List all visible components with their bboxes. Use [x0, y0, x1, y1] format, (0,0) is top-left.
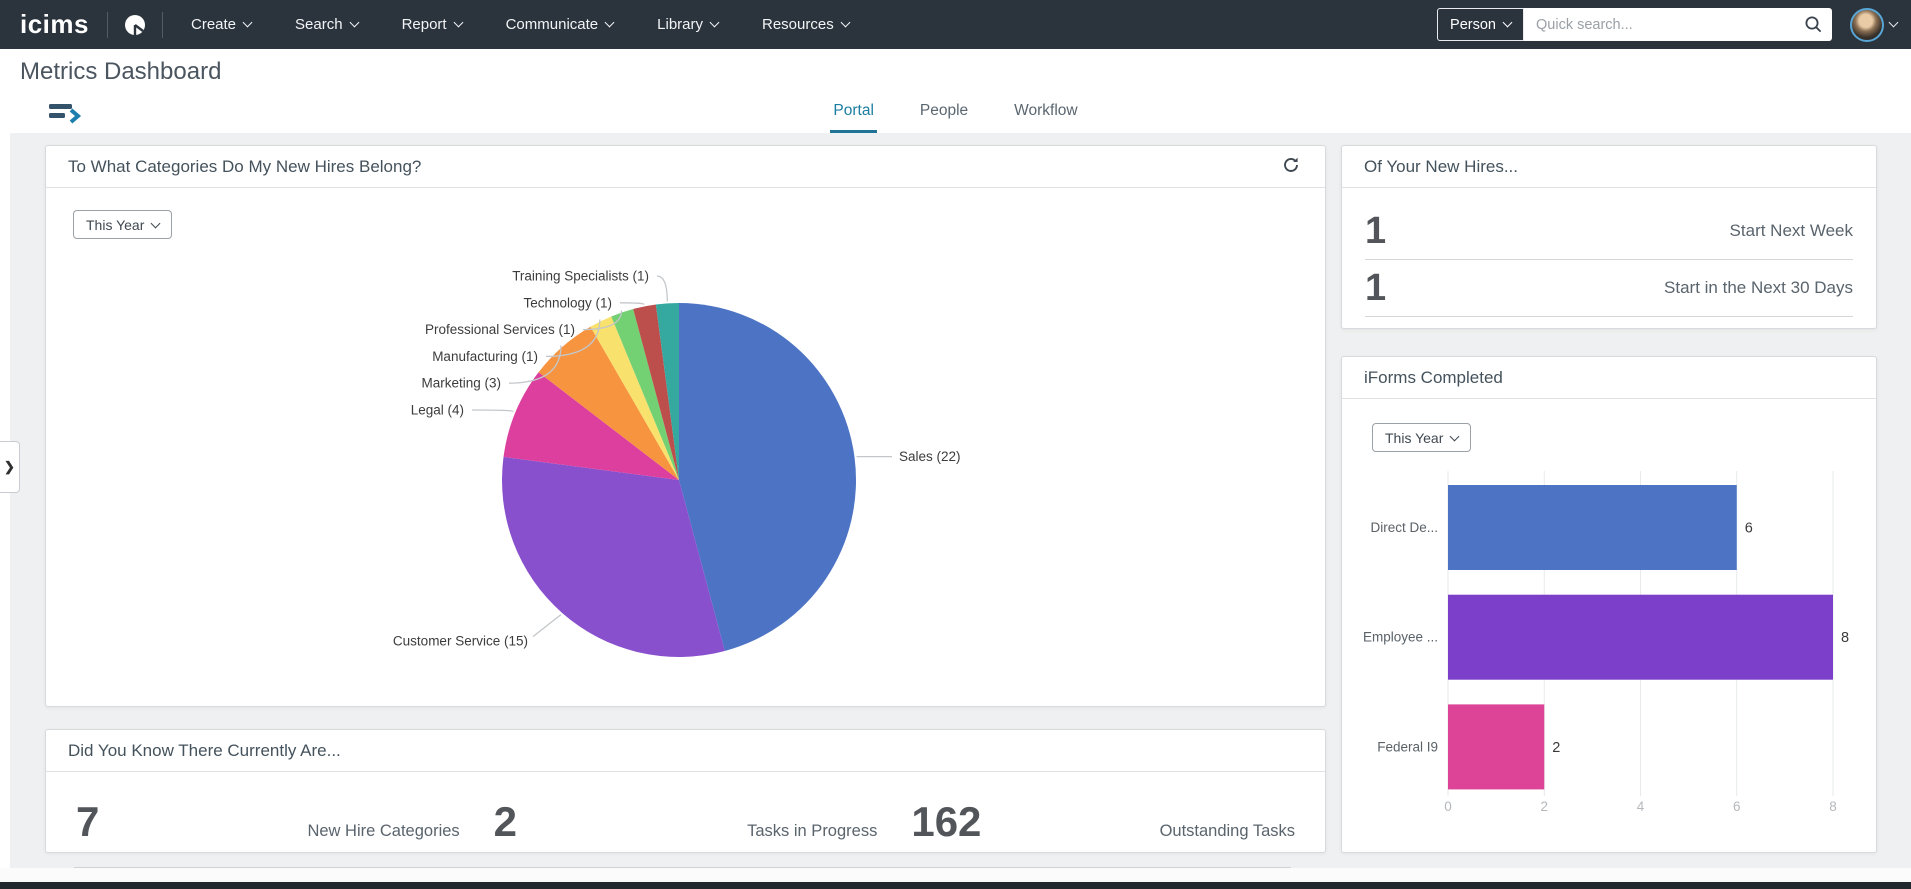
icims-logo[interactable]: icims	[0, 9, 107, 40]
quick-search-input[interactable]	[1524, 8, 1832, 41]
svg-text:2: 2	[1540, 799, 1548, 814]
window-edge	[0, 882, 1911, 889]
metric-label: Start in the Next 30 Days	[1664, 278, 1853, 297]
metric-tasks-in-progress: 2 Tasks in Progress	[494, 798, 878, 846]
user-avatar[interactable]	[1850, 7, 1884, 42]
metric-value: 1	[1365, 209, 1387, 252]
svg-text:4: 4	[1637, 799, 1645, 814]
card-title: To What Categories Do My New Hires Belon…	[68, 156, 422, 176]
chevron-down-icon[interactable]	[1888, 17, 1899, 28]
svg-text:Federal I9: Federal I9	[1377, 739, 1438, 754]
icims-mark-icon[interactable]	[108, 14, 162, 36]
menu-create[interactable]: Create	[191, 16, 253, 33]
menu-search[interactable]: Search	[295, 16, 360, 33]
metric-start-next-30-days: 1 Start in the Next 30 Days	[1365, 260, 1853, 317]
svg-text:Professional Services (1): Professional Services (1)	[425, 322, 575, 337]
metric-label: New Hire Categories	[307, 822, 460, 840]
card-title: iForms Completed	[1364, 367, 1503, 387]
menu-library[interactable]: Library	[657, 16, 720, 33]
chevron-down-icon	[709, 17, 720, 28]
metric-label: Tasks in Progress	[747, 822, 878, 840]
chevron-down-icon	[349, 17, 360, 28]
svg-text:Technology (1): Technology (1)	[523, 295, 612, 310]
left-rail	[0, 133, 10, 868]
menu-resources[interactable]: Resources	[762, 16, 851, 33]
metric-label: Start Next Week	[1729, 221, 1853, 240]
card-title: Of Your New Hires...	[1364, 156, 1519, 176]
tab-workflow[interactable]: Workflow	[1011, 102, 1080, 133]
panel-expand-button[interactable]: ❯	[0, 441, 20, 493]
svg-text:6: 6	[1733, 799, 1741, 814]
tab-portal[interactable]: Portal	[830, 102, 877, 133]
metric-new-hire-categories: 7 New Hire Categories	[76, 798, 460, 846]
search-scope-dropdown[interactable]: Person	[1437, 8, 1524, 41]
svg-text:Direct De...: Direct De...	[1370, 520, 1438, 535]
svg-text:Sales (22): Sales (22)	[899, 449, 961, 464]
svg-text:Employee ...: Employee ...	[1363, 630, 1438, 645]
svg-text:0: 0	[1444, 799, 1452, 814]
chevron-down-icon	[242, 17, 253, 28]
svg-text:2: 2	[1552, 740, 1560, 756]
categories-card: To What Categories Do My New Hires Belon…	[45, 145, 1326, 707]
divider	[162, 11, 163, 38]
chevron-down-icon	[840, 17, 851, 28]
svg-text:6: 6	[1745, 521, 1753, 537]
page-title: Metrics Dashboard	[20, 58, 222, 85]
tab-people[interactable]: People	[917, 102, 971, 133]
bar-chart: 0 2 4 6 8 6 Direct De... 8 Employee ... 2 Federal …	[1363, 471, 1849, 814]
main-menu: Create Search Report Communicate Library…	[191, 16, 851, 33]
svg-text:8: 8	[1829, 799, 1837, 814]
svg-text:Marketing (3): Marketing (3)	[421, 376, 501, 391]
iforms-period-filter[interactable]: This Year	[1372, 423, 1472, 452]
chevron-down-icon	[604, 17, 615, 28]
refresh-button[interactable]	[1279, 153, 1303, 180]
svg-text:Manufacturing (1): Manufacturing (1)	[432, 349, 538, 364]
svg-text:Training Specialists (1): Training Specialists (1)	[512, 269, 649, 284]
dashboard-tabs: Portal People Workflow	[0, 102, 1911, 133]
metric-value: 162	[911, 798, 982, 845]
svg-text:8: 8	[1841, 630, 1849, 646]
page-header: Metrics Dashboard Portal People Workflow	[0, 49, 1911, 133]
metric-value: 7	[76, 798, 100, 845]
menu-report[interactable]: Report	[402, 16, 464, 33]
metric-value: 1	[1365, 266, 1387, 309]
svg-text:Legal (4): Legal (4)	[411, 403, 464, 418]
iforms-card: iForms Completed This Year 0 2 4 6 8 6 Direct …	[1341, 356, 1877, 853]
new-hires-card: Of Your New Hires... 1 Start Next Week 1…	[1341, 145, 1877, 329]
card-title: Did You Know There Currently Are...	[68, 740, 341, 760]
metric-outstanding-tasks: 162 Outstanding Tasks	[911, 798, 1295, 846]
metric-start-next-week: 1 Start Next Week	[1365, 203, 1853, 260]
chevron-down-icon	[1502, 17, 1513, 28]
search-icon[interactable]	[1804, 15, 1823, 39]
did-you-know-card: Did You Know There Currently Are... 7 Ne…	[45, 729, 1326, 868]
top-navbar: icims Create Search Report Communicate L…	[0, 0, 1911, 49]
metric-value: 2	[493, 798, 518, 845]
svg-text:Customer Service (15): Customer Service (15)	[393, 634, 528, 649]
page-bottom	[0, 868, 1911, 882]
pie-chart: Sales (22) Customer Service (15) Training …	[393, 269, 961, 657]
metric-label: Outstanding Tasks	[1159, 822, 1296, 840]
chevron-down-icon	[453, 17, 464, 28]
menu-communicate[interactable]: Communicate	[506, 16, 615, 33]
chevron-down-icon	[1449, 431, 1460, 441]
